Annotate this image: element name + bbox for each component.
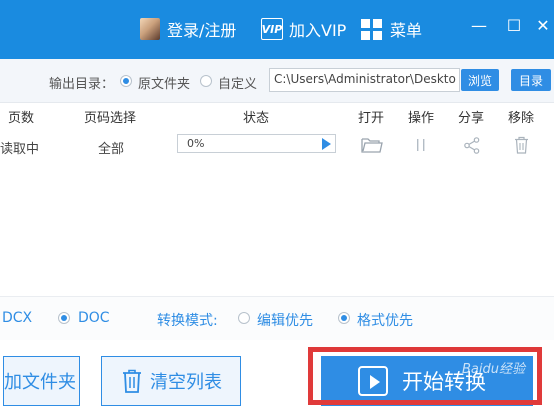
radio-doc[interactable] xyxy=(58,312,70,324)
title-bar: 登录/注册 VIP 加入VIP 菜单 — ☐ ✕ xyxy=(0,0,554,59)
menu-grid-icon xyxy=(361,18,382,40)
option-format-priority[interactable]: 格式优先 xyxy=(357,310,413,330)
trash-icon[interactable] xyxy=(514,136,529,154)
output-label: 输出目录： xyxy=(49,77,115,92)
radio-edit-priority[interactable] xyxy=(238,312,250,324)
cell-page-select[interactable]: 全部 xyxy=(98,138,124,157)
login-button[interactable]: 登录/注册 xyxy=(140,16,236,42)
option-custom[interactable]: 自定义 xyxy=(218,73,257,92)
option-docx[interactable]: DCX xyxy=(2,310,32,326)
add-folder-label: 加文件夹 xyxy=(4,372,76,393)
folder-icon[interactable] xyxy=(361,136,383,154)
output-path-input[interactable]: C:\Users\Administrator\Deskto xyxy=(269,68,460,92)
header-pages: 页数 xyxy=(8,111,35,126)
clear-list-label: 清空列表 xyxy=(150,372,222,393)
option-edit-priority[interactable]: 编辑优先 xyxy=(257,310,313,330)
radio-source-folder[interactable] xyxy=(120,75,132,87)
format-bar: DCX DOC 转换模式: 编辑优先 格式优先 xyxy=(0,296,554,340)
vip-icon: VIP xyxy=(261,18,283,40)
pause-icon[interactable] xyxy=(416,139,426,151)
header-action: 操作 xyxy=(408,111,435,126)
header-open: 打开 xyxy=(358,111,385,126)
conversion-mode-label: 转换模式: xyxy=(157,313,218,329)
progress-bar: 0% xyxy=(177,134,336,153)
browse-button[interactable]: 浏览 xyxy=(461,69,499,91)
progress-text: 0% xyxy=(187,137,205,150)
login-label: 登录/注册 xyxy=(167,21,237,40)
header-page-select: 页码选择 xyxy=(84,111,137,126)
menu-button[interactable]: 菜单 xyxy=(361,16,422,42)
clear-list-button[interactable]: 清空列表 xyxy=(101,356,241,406)
vip-label: 加入VIP xyxy=(289,21,347,40)
watermark: Baidu经验 xyxy=(462,362,525,377)
maximize-button[interactable]: ☐ xyxy=(503,14,525,36)
avatar xyxy=(140,18,160,40)
header-status: 状态 xyxy=(243,111,270,126)
header-share: 分享 xyxy=(458,111,485,126)
vip-button[interactable]: VIP 加入VIP xyxy=(261,16,346,42)
menu-label: 菜单 xyxy=(390,21,423,40)
header-remove: 移除 xyxy=(508,111,535,126)
radio-custom[interactable] xyxy=(200,75,212,87)
add-folder-button[interactable]: 加文件夹 xyxy=(3,356,80,406)
table-header: 页数 页码选择 状态 打开 操作 分享 移除 xyxy=(0,103,554,126)
share-icon[interactable] xyxy=(464,137,480,154)
play-icon[interactable] xyxy=(322,138,331,150)
minimize-button[interactable]: — xyxy=(468,14,490,36)
option-doc[interactable]: DOC xyxy=(78,310,110,326)
cell-pages: 读取中 xyxy=(0,142,40,157)
radio-format-priority[interactable] xyxy=(338,312,350,324)
close-button[interactable]: ✕ xyxy=(532,14,554,36)
directory-button[interactable]: 目录 xyxy=(511,69,551,91)
trash-icon xyxy=(123,369,141,393)
option-source-folder[interactable]: 原文件夹 xyxy=(138,73,190,92)
table-row: 读取中 全部 0% xyxy=(0,125,554,167)
